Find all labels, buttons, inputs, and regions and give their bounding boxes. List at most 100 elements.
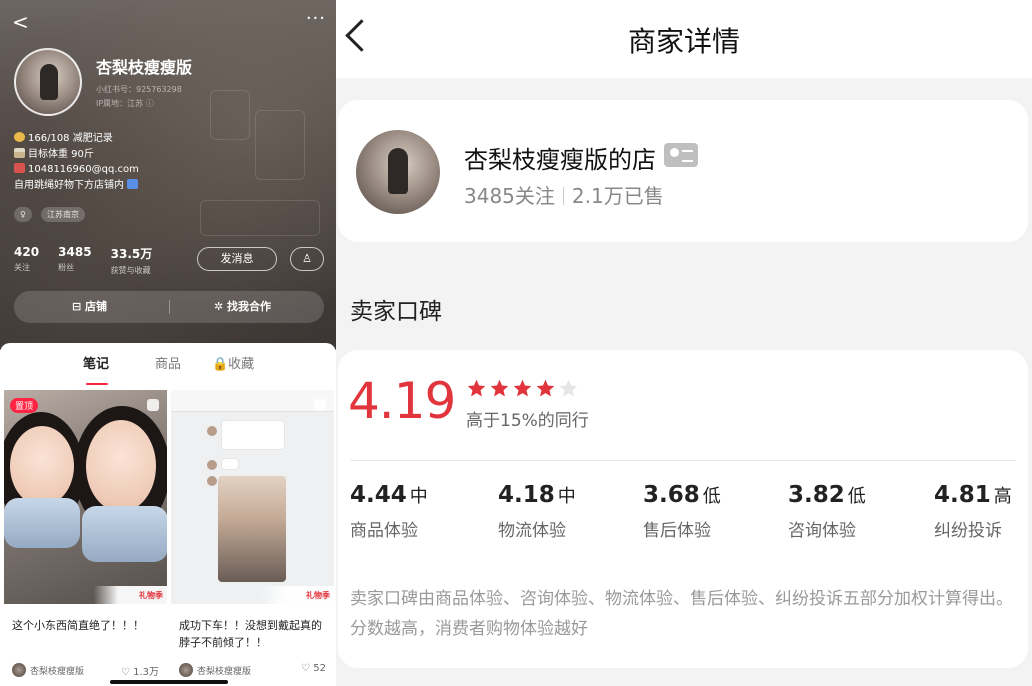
star-filled-icon <box>512 378 533 399</box>
back-icon[interactable]: < <box>12 10 29 34</box>
background-decoration <box>200 200 320 236</box>
hourglass-icon <box>14 147 25 158</box>
cover-shape <box>82 506 167 562</box>
divider <box>350 460 1016 461</box>
note-author: 杏梨枝瘦瘦版 <box>30 667 85 677</box>
profile-panel: < ··· 杏梨枝瘦瘦版 小红书号：925763298 IP属地：江苏 ⓘ 16… <box>0 0 336 686</box>
metric-label: 物流体验 <box>498 521 566 541</box>
note-card[interactable]: 置顶 礼物季 这个小东西简直绝了！！！ 杏梨枝瘦瘦版 ♡ 1.3万 <box>4 390 167 686</box>
tab-notes[interactable]: 笔记 <box>83 353 109 372</box>
author-avatar <box>12 663 26 677</box>
id-card-icon <box>664 143 698 167</box>
like-count[interactable]: ♡ 52 <box>301 663 326 674</box>
merchant-detail-panel: 商家详情 杏梨枝瘦瘦版的店 3485关注 2.1万已售 卖家口碑 4.19 高于1… <box>336 0 1032 686</box>
stat-following[interactable]: 420 关注 <box>14 245 39 273</box>
metric-label: 咨询体验 <box>788 521 856 541</box>
shop-meta: 3485关注 2.1万已售 <box>464 180 664 209</box>
bookmark-icon <box>314 399 326 411</box>
pinned-badge: 置顶 <box>10 398 39 413</box>
notes-sheet: 笔记 商品 🔒收藏 置顶 礼物季 这个小东西简直绝了！！！ 杏梨枝瘦瘦版 ♡ 1… <box>0 343 336 686</box>
note-card[interactable]: 礼物季 成功下车！！没想到戴起真的脖子不前倾了！！ 杏梨枝瘦瘦版 ♡ 52 <box>171 390 334 686</box>
divider <box>169 300 170 314</box>
profile-nickname: 杏梨枝瘦瘦版 <box>96 58 193 77</box>
bio-line: 目标体重 90斤 <box>14 147 141 163</box>
star-rating <box>466 378 581 403</box>
metric-level: 高 <box>993 486 1012 507</box>
metric-score: 3.68 <box>643 482 700 508</box>
section-title: 卖家口碑 <box>350 299 442 325</box>
stat-likes[interactable]: 33.5万 获赞与收藏 <box>111 245 153 276</box>
metric-score: 4.44 <box>350 482 407 508</box>
bio-line: 1048116960@qq.com <box>14 162 141 178</box>
gift-label: 礼物季 <box>306 591 330 600</box>
profile-tags: ♀ 江苏南京 <box>14 207 89 226</box>
metric-consultation: 3.82 低 咨询体验 <box>788 482 866 541</box>
metric-level: 低 <box>847 486 866 507</box>
follow-user-icon[interactable]: ♙ <box>290 247 324 271</box>
metric-label: 纠纷投诉 <box>934 521 1002 541</box>
merchant-header: 商家详情 <box>336 0 1032 78</box>
more-icon[interactable]: ··· <box>306 8 326 29</box>
tab-active-indicator <box>86 383 108 385</box>
profile-stats: 420 关注 3485 粉丝 33.5万 获赞与收藏 <box>14 245 166 276</box>
profile-bio: 166/108 减肥记录 目标体重 90斤 1048116960@qq.com … <box>14 131 141 193</box>
note-title: 这个小东西简直绝了！！！ <box>12 619 144 632</box>
metric-after-sales: 3.68 低 售后体验 <box>643 482 721 541</box>
shop-card[interactable]: 杏梨枝瘦瘦版的店 3485关注 2.1万已售 <box>338 100 1028 242</box>
stat-label: 粉丝 <box>58 263 75 272</box>
stat-followers[interactable]: 3485 粉丝 <box>58 245 91 273</box>
divider <box>562 187 564 205</box>
bio-text: 自用跳绳好物下方店铺内 <box>14 179 124 191</box>
note-cover-image[interactable]: 礼物季 <box>171 390 334 604</box>
note-author: 杏梨枝瘦瘦版 <box>197 667 252 677</box>
shop-follows: 3485关注 <box>464 184 555 208</box>
author-avatar <box>179 663 193 677</box>
star-filled-icon <box>535 378 556 399</box>
location-tag: 江苏南京 <box>40 207 85 222</box>
peer-comparison: 高于15%的同行 <box>466 411 589 431</box>
mail-icon <box>14 163 25 173</box>
note-cover-image[interactable]: 置顶 礼物季 <box>4 390 167 604</box>
metric-disputes: 4.81 高 纠纷投诉 <box>934 482 1012 541</box>
stat-label: 关注 <box>14 263 30 272</box>
metric-product: 4.44 中 商品体验 <box>350 482 428 541</box>
metric-score: 3.82 <box>788 482 845 508</box>
shop-name-text: 杏梨枝瘦瘦版的店 <box>464 146 656 174</box>
metric-label: 售后体验 <box>643 521 711 541</box>
metric-level: 中 <box>409 486 428 507</box>
cover-shape <box>221 458 239 470</box>
avatar[interactable] <box>14 48 82 116</box>
bio-line: 166/108 减肥记录 <box>14 131 141 147</box>
overall-score: 4.19 <box>348 372 456 430</box>
cover-shape <box>207 476 217 486</box>
message-button[interactable]: 发消息 <box>197 247 277 271</box>
profile-topbar: < ··· <box>0 8 336 36</box>
bio-text: 1048116960@qq.com <box>28 164 139 175</box>
cover-shape <box>10 426 74 506</box>
down-arrow-icon <box>127 178 138 189</box>
shop-name: 杏梨枝瘦瘦版的店 <box>464 140 698 175</box>
star-empty-icon <box>558 378 579 399</box>
star-filled-icon <box>466 378 487 399</box>
stat-number: 33.5万 <box>110 247 153 261</box>
shop-avatar[interactable] <box>356 130 440 214</box>
tab-favorites[interactable]: 🔒收藏 <box>212 353 254 372</box>
stat-label: 获赞与收藏 <box>110 266 151 275</box>
shop-sold: 2.1万已售 <box>571 184 664 208</box>
stat-number: 420 <box>14 245 40 259</box>
note-title: 成功下车！！没想到戴起真的脖子不前倾了！！ <box>179 619 322 649</box>
cover-shape <box>171 390 334 412</box>
tab-products[interactable]: 商品 <box>155 353 181 372</box>
gift-label: 礼物季 <box>139 591 163 600</box>
profile-tabs: 笔记 商品 🔒收藏 <box>0 353 336 385</box>
metric-level: 中 <box>557 486 576 507</box>
shop-button[interactable]: ⊟ 店铺 <box>72 291 107 323</box>
metric-score: 4.18 <box>498 482 555 508</box>
like-count[interactable]: ♡ 1.3万 <box>121 663 159 678</box>
metric-level: 低 <box>702 486 721 507</box>
cover-shape <box>86 420 156 512</box>
bio-line: 自用跳绳好物下方店铺内 <box>14 178 141 194</box>
cooperation-button[interactable]: ✲ 找我合作 <box>214 291 271 323</box>
metric-logistics: 4.18 中 物流体验 <box>498 482 576 541</box>
cover-shape <box>207 426 217 436</box>
